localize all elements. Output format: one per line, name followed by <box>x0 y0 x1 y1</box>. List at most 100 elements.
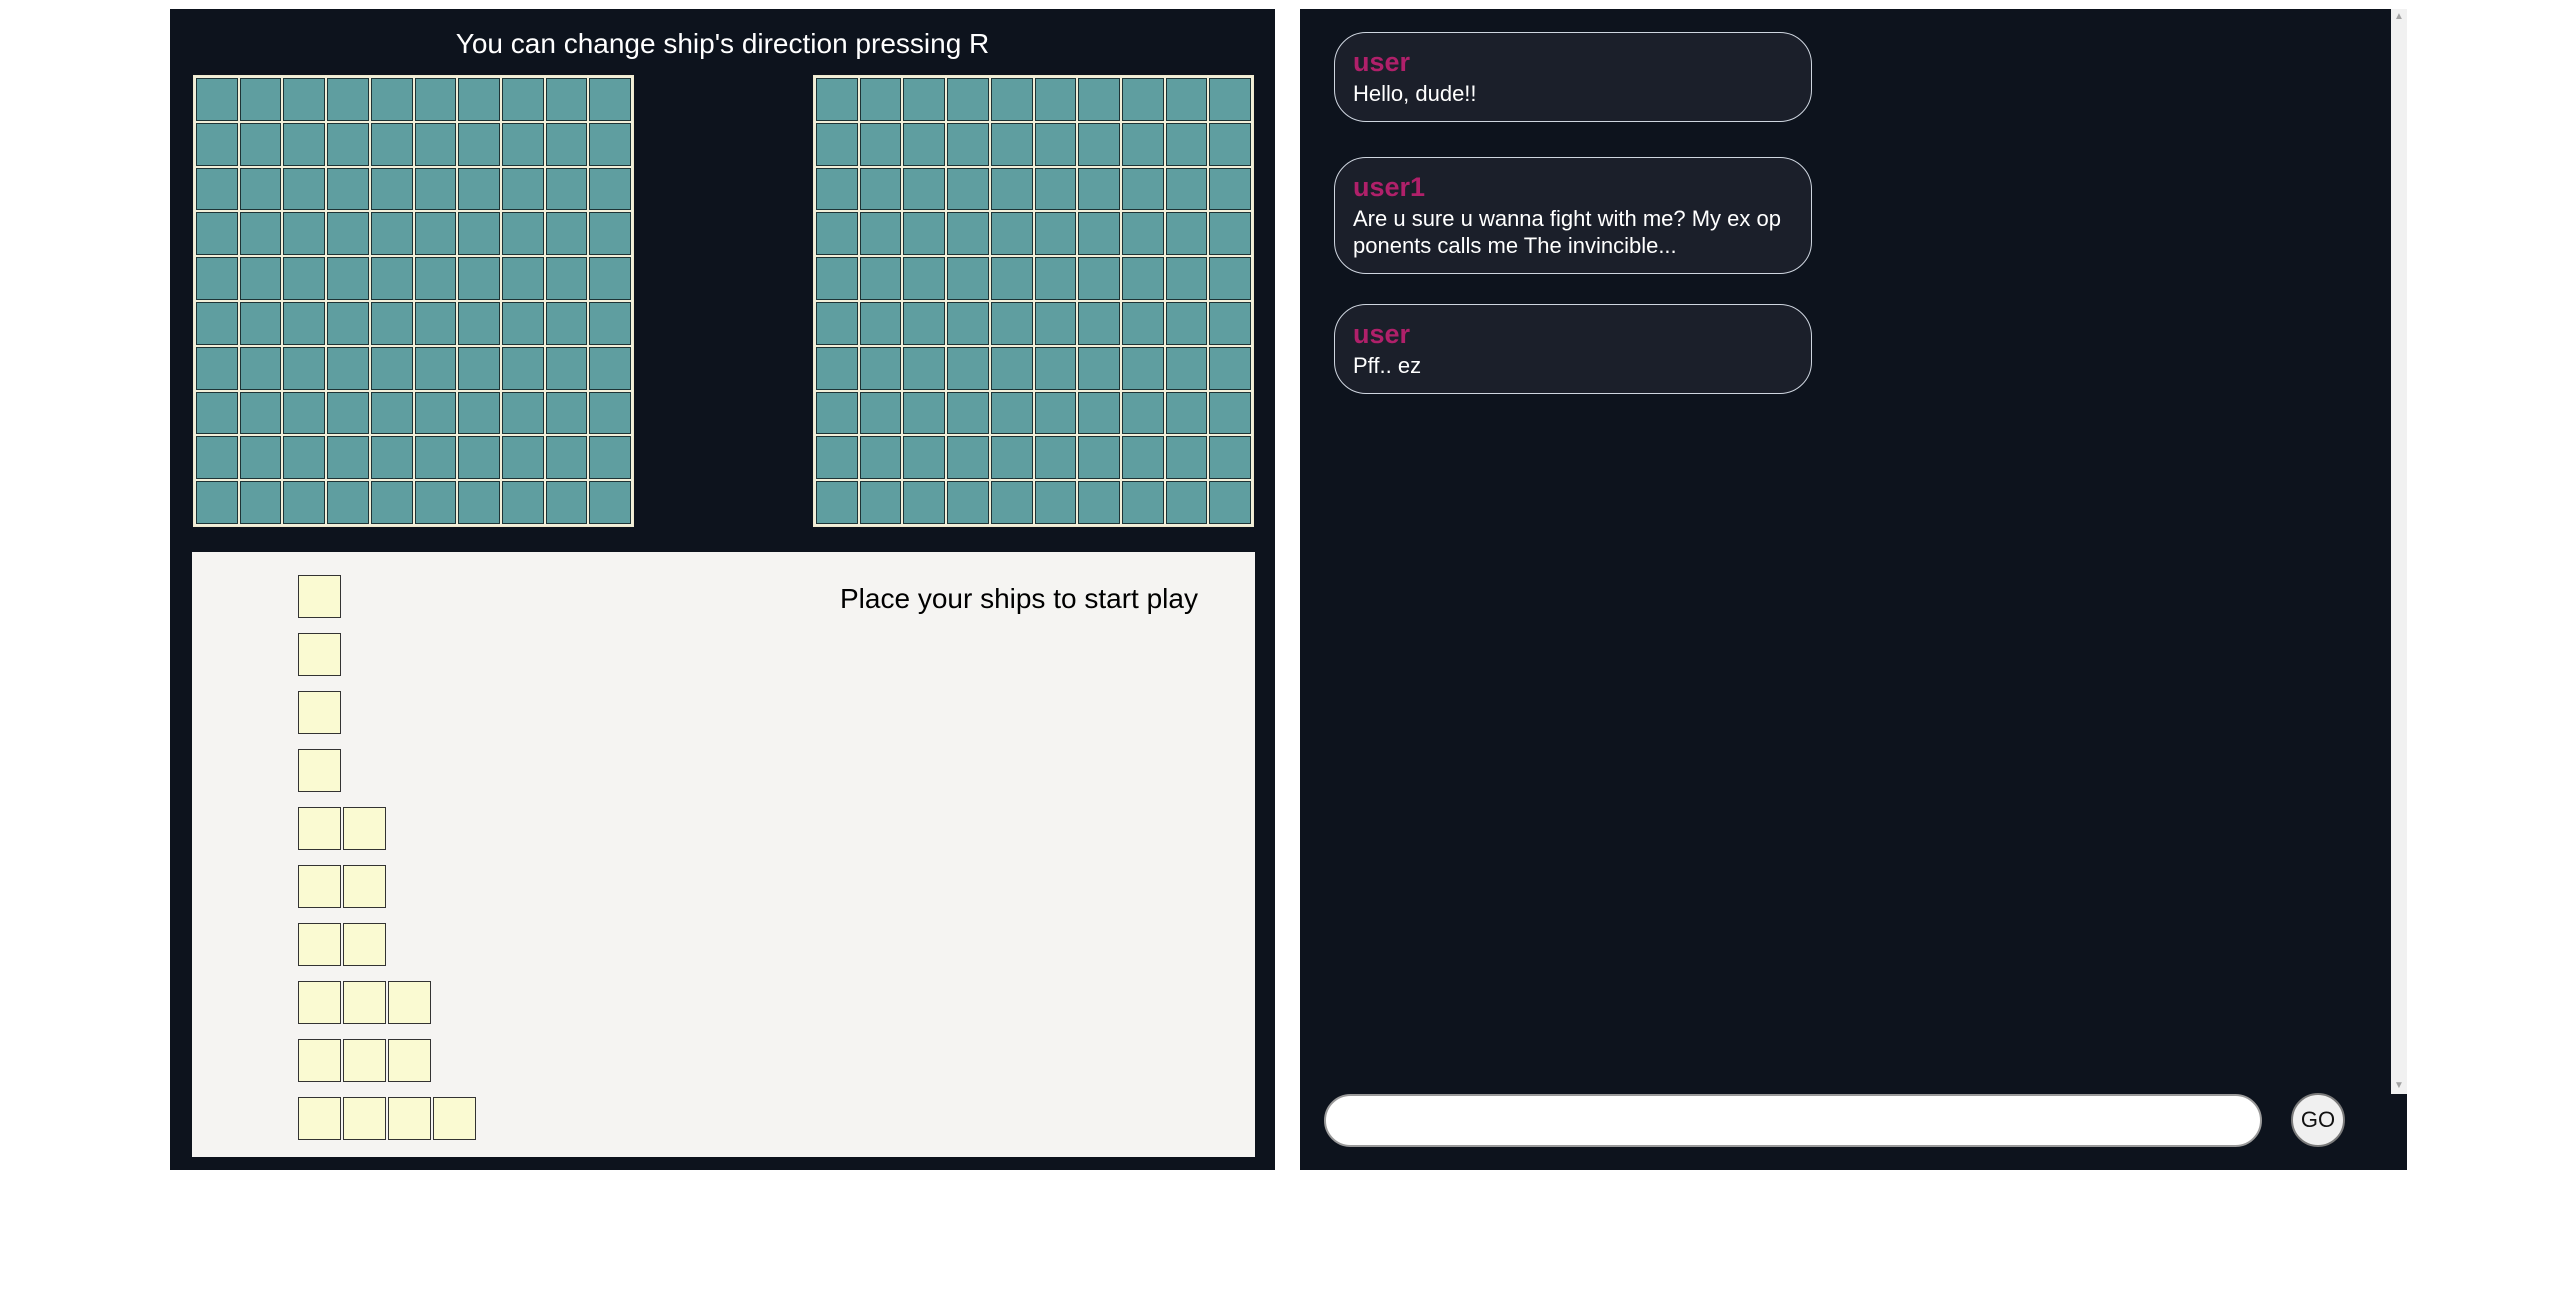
board-cell[interactable] <box>414 78 457 121</box>
board-cell[interactable] <box>501 436 544 480</box>
board-cell[interactable] <box>589 436 631 480</box>
board-cell[interactable] <box>990 122 1033 166</box>
board-cell[interactable] <box>545 301 588 345</box>
board-cell[interactable] <box>1078 257 1120 300</box>
board-cell[interactable] <box>1078 122 1120 166</box>
board-cell[interactable] <box>414 481 457 524</box>
board-cell[interactable] <box>239 167 282 211</box>
chat-input[interactable] <box>1324 1094 2262 1147</box>
board-cell[interactable] <box>1165 212 1208 256</box>
board-cell[interactable] <box>545 436 588 480</box>
ship[interactable] <box>298 981 433 1024</box>
board-cell[interactable] <box>370 436 413 480</box>
board-cell[interactable] <box>458 436 500 480</box>
board-cell[interactable] <box>1165 122 1208 166</box>
board-cell[interactable] <box>327 212 369 256</box>
board-cell[interactable] <box>327 481 369 524</box>
board-cell[interactable] <box>283 436 326 480</box>
board-cell[interactable] <box>903 391 946 435</box>
board-cell[interactable] <box>196 301 238 345</box>
board-cell[interactable] <box>816 212 858 256</box>
board-cell[interactable] <box>1165 436 1208 480</box>
board-cell[interactable] <box>414 122 457 166</box>
board-cell[interactable] <box>327 346 369 390</box>
board-cell[interactable] <box>545 346 588 390</box>
board-cell[interactable] <box>414 436 457 480</box>
board-cell[interactable] <box>1121 212 1164 256</box>
board-cell[interactable] <box>816 436 858 480</box>
board-cell[interactable] <box>589 391 631 435</box>
board-cell[interactable] <box>283 122 326 166</box>
board-cell[interactable] <box>947 391 989 435</box>
chat-scrollbar[interactable]: ▲ ▼ <box>2391 9 2407 1094</box>
board-cell[interactable] <box>1034 436 1077 480</box>
board-cell[interactable] <box>589 301 631 345</box>
board-cell[interactable] <box>1034 391 1077 435</box>
board-cell[interactable] <box>501 346 544 390</box>
board-cell[interactable] <box>1121 391 1164 435</box>
board-cell[interactable] <box>1034 481 1077 524</box>
board-cell[interactable] <box>327 167 369 211</box>
board-cell[interactable] <box>545 257 588 300</box>
board-cell[interactable] <box>903 481 946 524</box>
board-cell[interactable] <box>239 212 282 256</box>
board-cell[interactable] <box>816 301 858 345</box>
board-cell[interactable] <box>283 346 326 390</box>
board-cell[interactable] <box>816 481 858 524</box>
board-cell[interactable] <box>990 391 1033 435</box>
board-cell[interactable] <box>196 212 238 256</box>
board-cell[interactable] <box>414 167 457 211</box>
board-cell[interactable] <box>327 78 369 121</box>
board-cell[interactable] <box>1209 78 1251 121</box>
board-cell[interactable] <box>283 78 326 121</box>
board-cell[interactable] <box>1078 391 1120 435</box>
board-cell[interactable] <box>947 78 989 121</box>
board-cell[interactable] <box>1165 391 1208 435</box>
send-button[interactable]: GO <box>2291 1093 2345 1147</box>
board-cell[interactable] <box>545 122 588 166</box>
board-cell[interactable] <box>283 167 326 211</box>
board-cell[interactable] <box>1209 391 1251 435</box>
board-cell[interactable] <box>196 78 238 121</box>
board-cell[interactable] <box>947 122 989 166</box>
board-cell[interactable] <box>501 167 544 211</box>
ship[interactable] <box>298 1039 433 1082</box>
board-cell[interactable] <box>1165 167 1208 211</box>
board-cell[interactable] <box>1034 301 1077 345</box>
board-cell[interactable] <box>1209 301 1251 345</box>
board-cell[interactable] <box>1165 481 1208 524</box>
board-cell[interactable] <box>196 122 238 166</box>
ship[interactable] <box>298 923 388 966</box>
ship[interactable] <box>298 807 388 850</box>
board-cell[interactable] <box>859 257 902 300</box>
board-cell[interactable] <box>990 212 1033 256</box>
ship-cell[interactable] <box>298 807 341 850</box>
board-cell[interactable] <box>1078 346 1120 390</box>
board-cell[interactable] <box>816 391 858 435</box>
board-cell[interactable] <box>458 257 500 300</box>
board-cell[interactable] <box>370 346 413 390</box>
board-cell[interactable] <box>283 301 326 345</box>
ship-cell[interactable] <box>298 575 341 618</box>
board-cell[interactable] <box>1078 212 1120 256</box>
board-cell[interactable] <box>990 257 1033 300</box>
board-cell[interactable] <box>990 301 1033 345</box>
ship-cell[interactable] <box>298 1039 341 1082</box>
board-cell[interactable] <box>589 481 631 524</box>
board-cell[interactable] <box>1209 436 1251 480</box>
ship-cell[interactable] <box>343 923 386 966</box>
board-cell[interactable] <box>414 346 457 390</box>
board-cell[interactable] <box>370 167 413 211</box>
board-cell[interactable] <box>501 301 544 345</box>
ship-cell[interactable] <box>298 691 341 734</box>
board-cell[interactable] <box>1078 481 1120 524</box>
ship-cell[interactable] <box>433 1097 476 1140</box>
board-cell[interactable] <box>859 391 902 435</box>
ship[interactable] <box>298 691 343 734</box>
board-cell[interactable] <box>903 436 946 480</box>
board-cell[interactable] <box>370 212 413 256</box>
board-cell[interactable] <box>370 481 413 524</box>
board-cell[interactable] <box>458 481 500 524</box>
board-cell[interactable] <box>239 257 282 300</box>
board-cell[interactable] <box>370 257 413 300</box>
